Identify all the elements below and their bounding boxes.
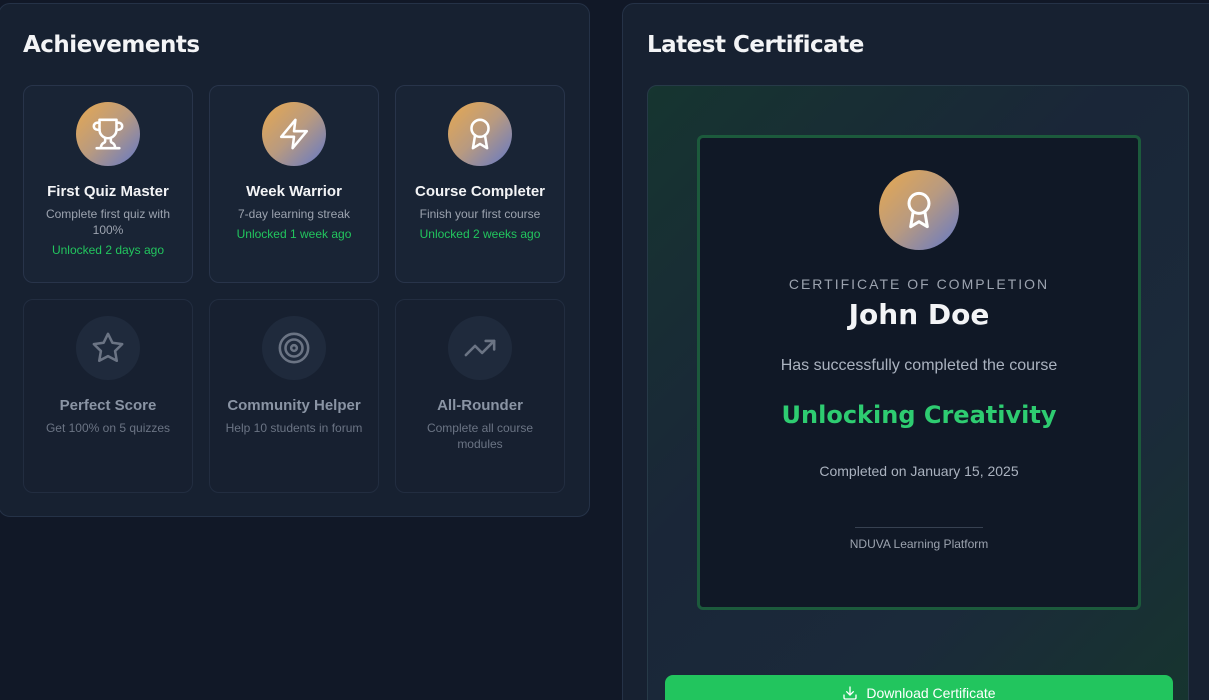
certificate-panel-title: Latest Certificate [647,32,864,58]
signature-line [855,527,983,528]
achievement-status: Unlocked 1 week ago [236,227,352,241]
achievement-card-all-rounder[interactable]: All-Rounder Complete all course modules [395,299,565,493]
target-icon [262,316,326,380]
download-certificate-label: Download Certificate [866,685,996,700]
achievement-title: Course Completer [414,183,546,200]
certificate-platform: NDUVA Learning Platform [849,537,989,551]
achievements-panel: Achievements First Quiz Master Complete … [0,3,590,517]
award-ribbon-icon [879,170,959,250]
achievement-title: First Quiz Master [47,183,169,200]
trending-up-icon [448,316,512,380]
achievement-description: 7-day learning streak [237,207,351,221]
download-certificate-button[interactable]: Download Certificate [665,675,1173,700]
certificate-panel: Latest Certificate CERTIFICATE OF COMPLE… [622,3,1209,700]
lightning-icon [262,102,326,166]
achievement-title: All-Rounder [437,397,523,414]
achievement-description: Finish your first course [419,207,541,221]
trophy-icon [76,102,140,166]
download-icon [843,686,858,700]
achievement-title: Week Warrior [246,183,342,200]
certificate-date: Completed on January 15, 2025 [819,463,1019,479]
achievement-description: Get 100% on 5 quizzes [45,421,171,435]
certificate-card: CERTIFICATE OF COMPLETION John Doe Has s… [697,135,1141,610]
certificate-course-name: Unlocking Creativity [781,401,1057,429]
star-icon [76,316,140,380]
achievement-card-first-quiz-master[interactable]: First Quiz Master Complete first quiz wi… [23,85,193,283]
achievement-card-perfect-score[interactable]: Perfect Score Get 100% on 5 quizzes [23,299,193,493]
certificate-recipient: John Doe [848,298,990,331]
achievement-title: Perfect Score [59,397,157,414]
achievement-card-community-helper[interactable]: Community Helper Help 10 students in for… [209,299,379,493]
achievements-title: Achievements [23,32,200,58]
achievement-description: Complete first quiz with 100% [45,207,171,237]
certificate-heading: CERTIFICATE OF COMPLETION [788,276,1050,292]
achievement-card-course-completer[interactable]: Course Completer Finish your first cours… [395,85,565,283]
achievement-description: Help 10 students in forum [225,421,363,435]
certificate-statement: Has successfully completed the course [780,357,1058,374]
achievement-status: Unlocked 2 weeks ago [419,227,541,241]
certificate-preview: CERTIFICATE OF COMPLETION John Doe Has s… [647,85,1189,700]
achievement-card-week-warrior[interactable]: Week Warrior 7-day learning streak Unloc… [209,85,379,283]
award-ribbon-icon [448,102,512,166]
achievement-description: Complete all course modules [426,421,534,451]
achievement-status: Unlocked 2 days ago [51,243,165,257]
achievement-title: Community Helper [227,397,361,414]
